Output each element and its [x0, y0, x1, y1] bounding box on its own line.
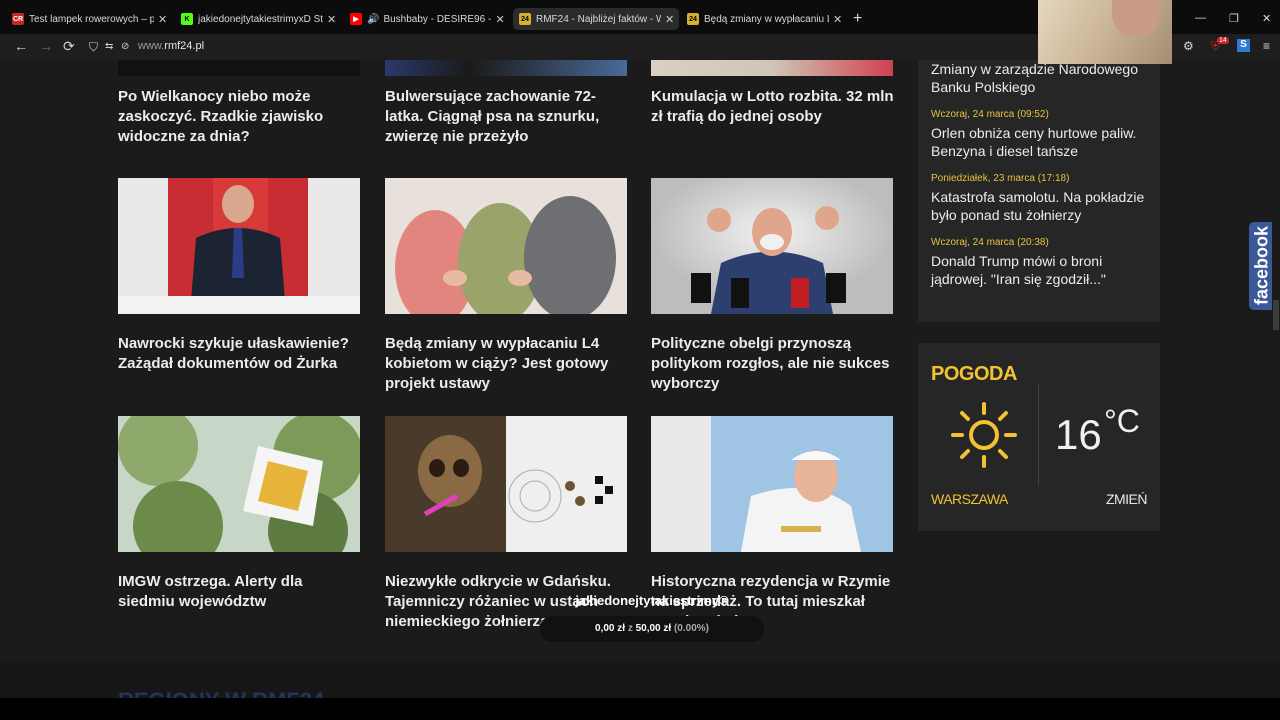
tab-title: RMF24 - Najbliżej faktów - Wyd	[536, 13, 661, 25]
news-date: Wczoraj, 24 marca (20:38)	[931, 237, 1049, 248]
article-title[interactable]: Kumulacja w Lotto rozbita. 32 mln zł tra…	[651, 87, 894, 127]
forward-icon[interactable]: →	[39, 38, 53, 54]
latest-news-panel: Zmiany w zarządzie Narodowego Banku Pols…	[918, 60, 1160, 322]
tab-title: Test lampek rowerowych – pozn	[29, 13, 154, 25]
article-card[interactable]: Kumulacja w Lotto rozbita. 32 mln zł tra…	[651, 87, 894, 127]
donation-percent: (0.00%)	[673, 623, 709, 634]
temperature-unit: °C	[1104, 403, 1140, 439]
cr-favicon-icon: CR	[12, 13, 24, 25]
scrollbar[interactable]	[1272, 60, 1280, 698]
news-title[interactable]: Katastrofa samolotu. Na pokładzie było p…	[931, 188, 1147, 224]
reload-icon[interactable]: ⟳	[63, 38, 75, 55]
news-title[interactable]: Orlen obniża ceny hurtowe paliw. Benzyna…	[931, 124, 1147, 160]
sidebar-news-item[interactable]: Zmiany w zarządzie Narodowego Banku Pols…	[918, 60, 1160, 96]
stream-donation-overlay: jakiedonejtytakiestrimy® 0,00 zł z 50,00…	[540, 593, 764, 642]
article-card[interactable]: Bulwersujące zachowanie 72-latka. Ciągną…	[385, 87, 628, 147]
tab-youtube[interactable]: ▶ 🔊 Bushbaby - DESIRE96 - YouTube ✕	[344, 8, 512, 30]
kick-favicon-icon: K	[181, 13, 193, 25]
shield-icon[interactable]: ⛉	[89, 40, 98, 55]
donation-goal: 50,00 zł	[635, 623, 672, 634]
close-window-button[interactable]: ✕	[1262, 12, 1271, 25]
weather-city: WARSZAWA	[931, 491, 1008, 507]
close-tab-icon[interactable]: ✕	[833, 13, 843, 26]
close-tab-icon[interactable]: ✕	[327, 13, 337, 26]
webcam-face	[1112, 0, 1160, 38]
donation-sep: z	[627, 623, 633, 634]
temperature-value: 16	[1055, 411, 1102, 458]
article-card[interactable]: Po Wielkanocy niebo może zaskoczyć. Rzad…	[118, 87, 361, 147]
sidebar-news-item[interactable]: Wczoraj, 24 marca (20:38) Donald Trump m…	[918, 237, 1160, 288]
article-card[interactable]: Będą zmiany w wypłacaniu L4 kobietom w c…	[385, 178, 628, 394]
tab-title: Bushbaby - DESIRE96 - YouTube	[383, 13, 492, 25]
camera-blocked-icon[interactable]: ⊘	[121, 41, 129, 52]
webcam-overlay	[1038, 0, 1172, 64]
article-title[interactable]: Nawrocki szykuje ułaskawienie? Zażądał d…	[118, 314, 361, 374]
rmf24-favicon-icon: 24	[519, 13, 531, 25]
article-thumbnail[interactable]	[118, 60, 360, 76]
article-thumbnail[interactable]	[385, 60, 627, 76]
streamer-name: jakiedonejtytakiestrimy®	[575, 593, 729, 608]
scrollbar-thumb[interactable]	[1273, 300, 1279, 330]
donation-current: 0,00 zł	[595, 623, 626, 634]
article-card[interactable]: Polityczne obelgi przynoszą politykom ro…	[651, 178, 894, 394]
close-tab-icon[interactable]: ✕	[665, 13, 675, 26]
article-thumbnail[interactable]	[651, 60, 893, 76]
extension-icon[interactable]: ⚙	[1183, 39, 1194, 53]
change-city-link[interactable]: ZMIEŃ	[1106, 491, 1148, 507]
weather-widget: POGODA 16 °C WARSZAWA ZMIEŃ	[918, 343, 1160, 531]
article-title[interactable]: IMGW ostrzega. Alerty dla siedmiu wojewó…	[118, 552, 361, 612]
news-date: Poniedziałek, 23 marca (17:18)	[931, 173, 1070, 184]
back-icon[interactable]: ←	[14, 38, 28, 54]
article-image[interactable]	[385, 178, 627, 314]
news-title[interactable]: Donald Trump mówi o broni jądrowej. "Ira…	[931, 252, 1147, 288]
donation-goal-bar: 0,00 zł z 50,00 zł (0.00%)	[540, 616, 764, 642]
tab-rmf24-article[interactable]: 24 Będą zmiany w wypłacaniu L4 k ✕	[681, 8, 846, 30]
sidebar-news-item[interactable]: Poniedziałek, 23 marca (17:18) Katastrof…	[918, 173, 1160, 224]
permissions-icon[interactable]: ⇆	[105, 41, 113, 52]
weather-divider	[1038, 385, 1039, 485]
weather-heading: POGODA	[931, 363, 1017, 385]
article-card[interactable]: IMGW ostrzega. Alerty dla siedmiu wojewó…	[118, 416, 361, 612]
minimize-button[interactable]: —	[1195, 12, 1206, 24]
article-title[interactable]: Będą zmiany w wypłacaniu L4 kobietom w c…	[385, 314, 628, 394]
article-title[interactable]: Bulwersujące zachowanie 72-latka. Ciągną…	[385, 87, 628, 147]
news-date: Wczoraj, 24 marca (09:52)	[931, 109, 1049, 120]
url-domain: rmf24.pl	[164, 40, 205, 52]
article-title[interactable]: Po Wielkanocy niebo może zaskoczyć. Rzad…	[118, 87, 361, 147]
bottom-bar	[0, 698, 1280, 720]
article-title[interactable]: Polityczne obelgi przynoszą politykom ro…	[651, 314, 894, 394]
article-image[interactable]	[118, 416, 360, 552]
extension-badge: 14	[1217, 37, 1229, 44]
regiony-heading: REGIONY W RMF24	[118, 688, 324, 698]
close-tab-icon[interactable]: ✕	[495, 13, 505, 26]
news-title[interactable]: Zmiany w zarządzie Narodowego Banku Pols…	[931, 60, 1147, 96]
new-tab-button[interactable]: +	[853, 10, 862, 28]
close-tab-icon[interactable]: ✕	[158, 13, 168, 26]
address-bar[interactable]: www.rmf24.pl	[138, 40, 204, 52]
url-prefix: www.	[138, 40, 165, 52]
tab-lampki[interactable]: CR Test lampek rowerowych – pozn ✕	[6, 8, 176, 30]
article-image[interactable]	[651, 178, 893, 314]
rmf24-favicon-icon: 24	[687, 13, 699, 25]
article-image[interactable]	[651, 416, 893, 552]
tab-stream[interactable]: K jakiedonejtytakiestrimyxD Stream ✕	[175, 8, 340, 30]
tab-rmf24-home[interactable]: 24 RMF24 - Najbliżej faktów - Wyd ✕	[513, 8, 679, 30]
sun-icon	[951, 402, 1017, 468]
sidebar-news-item[interactable]: Wczoraj, 24 marca (09:52) Orlen obniża c…	[918, 109, 1160, 160]
article-card[interactable]: Nawrocki szykuje ułaskawienie? Zażądał d…	[118, 178, 361, 374]
article-image[interactable]	[118, 178, 360, 314]
facebook-label: facebook	[1251, 225, 1272, 306]
tab-title: jakiedonejtytakiestrimyxD Stream	[198, 13, 323, 25]
speaker-icon[interactable]: 🔊	[367, 14, 379, 25]
restore-button[interactable]: ❐	[1229, 12, 1239, 25]
s-extension-icon[interactable]: S	[1237, 39, 1250, 52]
article-image[interactable]	[385, 416, 627, 552]
menu-icon[interactable]: ≡	[1263, 39, 1270, 53]
tab-title: Będą zmiany w wypłacaniu L4 k	[704, 13, 829, 25]
youtube-favicon-icon: ▶	[350, 13, 362, 25]
